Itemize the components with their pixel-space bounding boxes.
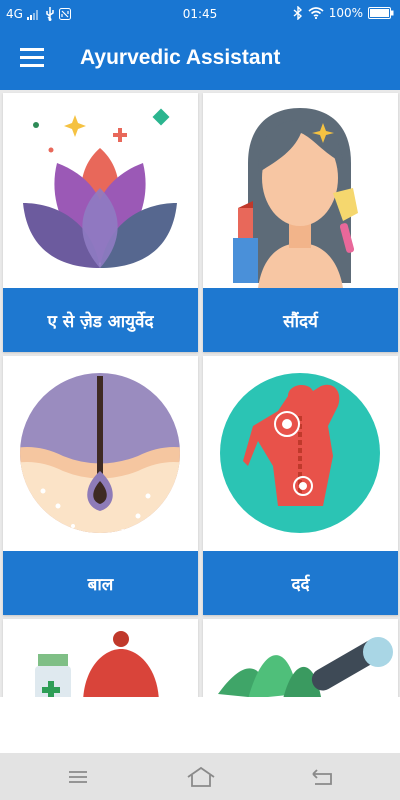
category-label: दर्द [203, 551, 398, 615]
category-label: ए से ज़ेड आयुर्वेद [3, 288, 198, 352]
category-grid: ए से ज़ेड आयुर्वेद सौंदर्य बाल दर्द [0, 90, 400, 697]
home-icon[interactable] [186, 765, 216, 789]
category-card-hair[interactable]: बाल [3, 356, 198, 615]
hair-follicle-icon [3, 356, 198, 551]
menu-lines-icon[interactable] [66, 765, 90, 789]
category-label: सौंदर्य [203, 288, 398, 352]
hamburger-menu-icon[interactable] [20, 48, 44, 68]
beauty-woman-icon [203, 93, 398, 288]
category-card-remedy[interactable] [3, 619, 198, 697]
app-title: Ayurvedic Assistant [80, 46, 281, 69]
lotus-icon [3, 93, 198, 288]
category-card-beauty[interactable]: सौंदर्य [203, 93, 398, 352]
battery-percent: 100% [328, 6, 363, 20]
category-card-herbal[interactable] [203, 619, 398, 697]
back-icon[interactable] [310, 765, 334, 789]
back-pain-icon [203, 356, 398, 551]
app-bar: Ayurvedic Assistant [0, 28, 400, 90]
system-nav-bar [0, 753, 400, 800]
wifi-icon [308, 7, 324, 19]
category-label: बाल [3, 551, 198, 615]
status-bar: 4G 01:45 100% [0, 0, 400, 28]
battery-icon [368, 7, 394, 19]
category-card-a-to-z-ayurveda[interactable]: ए से ज़ेड आयुर्वेद [3, 93, 198, 352]
bluetooth-icon [293, 6, 302, 20]
herbal-mortar-icon [203, 619, 398, 697]
bottom-spacer [0, 697, 400, 753]
cold-remedy-icon [3, 619, 198, 697]
status-right: 100% [293, 6, 394, 20]
category-card-pain[interactable]: दर्द [203, 356, 398, 615]
